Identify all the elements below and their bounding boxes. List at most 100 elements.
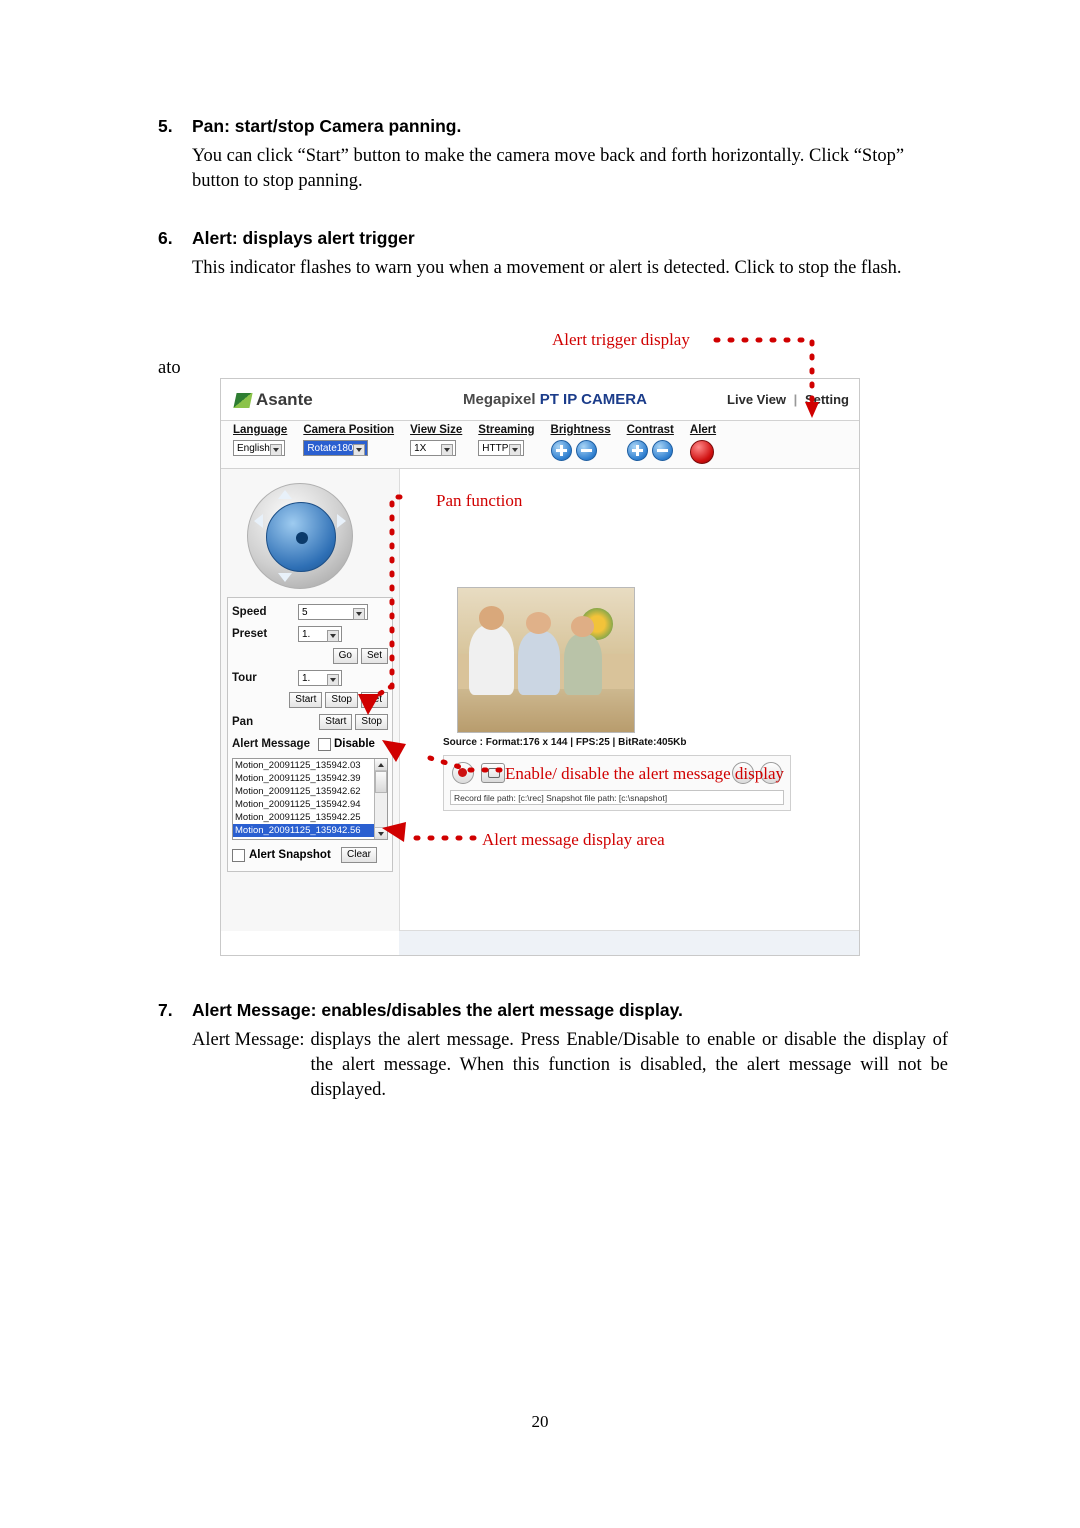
stray-text: ato xyxy=(158,358,181,378)
scroll-up-icon[interactable] xyxy=(375,759,387,771)
section-6-title: Alert: displays alert trigger xyxy=(192,228,415,248)
contrast-minus-icon[interactable] xyxy=(651,440,673,461)
list-item[interactable]: Motion_20091125_135942.03 xyxy=(233,759,387,772)
record-icon[interactable] xyxy=(452,762,474,784)
section-7-body-label: Alert Message: xyxy=(192,1030,305,1050)
joystick-left-icon[interactable] xyxy=(254,514,263,528)
alert-message-label: Alert Message xyxy=(232,738,310,750)
annotation-pan-function: Pan function xyxy=(436,491,523,510)
section-7-title: Alert Message: enables/disables the aler… xyxy=(192,1000,683,1020)
label-camera-position: Camera Position xyxy=(303,424,395,436)
brightness-minus-icon[interactable] xyxy=(575,440,597,461)
alert-snapshot-clear-button[interactable]: Clear xyxy=(341,847,377,863)
section-6: 6. Alert: displays alert trigger This in… xyxy=(158,228,948,281)
section-5-body: You can click “Start” button to make the… xyxy=(192,146,905,191)
language-select[interactable]: English xyxy=(233,440,285,456)
tour-select[interactable]: 1. xyxy=(298,670,342,686)
streaming-select[interactable]: HTTP xyxy=(478,440,525,456)
pan-start-button[interactable]: Start xyxy=(319,714,353,730)
list-item[interactable]: Motion_20091125_135942.62 xyxy=(233,785,387,798)
asante-logo-icon xyxy=(233,392,253,408)
snapshot-icon[interactable] xyxy=(481,763,505,783)
section-5-title: Pan: start/stop Camera panning. xyxy=(192,116,462,136)
control-camera-position: Rotate180 xyxy=(303,440,369,456)
preset-label: Preset xyxy=(232,628,268,640)
section-5: 5. Pan: start/stop Camera panning. You c… xyxy=(158,116,948,194)
camera-position-select[interactable]: Rotate180 xyxy=(303,440,369,456)
pan-stop-button[interactable]: Stop xyxy=(355,714,388,730)
file-path-status: Record file path: [c:\rec] Snapshot file… xyxy=(450,790,784,805)
annotation-enable-disable: Enable/ disable the alert message displa… xyxy=(505,764,784,783)
toolbar-group-contrast: Contrast xyxy=(626,424,674,461)
section-7: 7. Alert Message: enables/disables the a… xyxy=(158,1000,948,1103)
product-title-blue: PT IP CAMERA xyxy=(539,391,647,408)
alert-indicator-icon[interactable] xyxy=(689,440,714,464)
section-6-heading: 6. Alert: displays alert trigger xyxy=(158,228,948,249)
alert-message-disable-checkbox[interactable] xyxy=(318,737,331,751)
ui-toolbar: Language English Camera Position Rotate1… xyxy=(221,421,859,469)
list-item-selected[interactable]: Motion_20091125_135942.56 xyxy=(233,824,387,837)
video-preview[interactable] xyxy=(457,587,635,733)
video-subject-3 xyxy=(563,615,603,695)
nav-live-view[interactable]: Live View xyxy=(727,392,786,407)
brightness-plus-icon[interactable] xyxy=(550,440,572,461)
label-language: Language xyxy=(233,424,288,436)
joystick-right-icon[interactable] xyxy=(337,514,346,528)
section-7-number: 7. xyxy=(158,1000,173,1020)
label-contrast: Contrast xyxy=(626,424,674,436)
joystick-down-icon[interactable] xyxy=(278,573,292,582)
section-7-body: Alert Message: displays the alert messag… xyxy=(192,1028,948,1103)
preset-set-button[interactable]: Set xyxy=(360,648,388,664)
product-title: Megapixel PT IP CAMERA xyxy=(463,391,647,408)
alert-message-disable-label: Disable xyxy=(334,738,375,750)
brand-name: Asante xyxy=(256,390,313,409)
ptz-joystick[interactable] xyxy=(247,483,353,589)
joystick-inner[interactable] xyxy=(266,502,336,572)
document-page: 5. Pan: start/stop Camera panning. You c… xyxy=(0,0,1080,1528)
toolbar-group-camera-position: Camera Position Rotate180 xyxy=(303,424,394,456)
toolbar-group-language: Language English xyxy=(233,424,287,456)
joystick-up-icon[interactable] xyxy=(278,490,292,499)
list-item[interactable]: Motion_20091125_135942.39 xyxy=(233,772,387,785)
control-contrast xyxy=(626,440,673,461)
video-subject-2 xyxy=(517,612,561,695)
speed-label: Speed xyxy=(232,606,267,618)
nav-separator: | xyxy=(793,392,798,407)
row-preset: Preset 1. xyxy=(232,623,388,645)
tour-set-button[interactable]: Set xyxy=(360,692,388,708)
list-item[interactable]: Motion_20091125_135942.25 xyxy=(233,811,387,824)
contrast-plus-icon[interactable] xyxy=(626,440,648,461)
label-streaming: Streaming xyxy=(478,424,535,436)
label-brightness: Brightness xyxy=(550,424,611,436)
tour-label: Tour xyxy=(232,672,257,684)
ptz-controls-box: Speed 5 Preset 1. Go Set Tour 1. Start S… xyxy=(227,597,393,872)
list-item[interactable]: Motion_20091125_135942.94 xyxy=(233,798,387,811)
alert-list-scrollbar[interactable] xyxy=(374,759,387,839)
nav-setting[interactable]: Setting xyxy=(805,392,849,407)
speed-select[interactable]: 5 xyxy=(298,604,368,620)
tour-stop-button[interactable]: Stop xyxy=(325,692,358,708)
ui-body: Speed 5 Preset 1. Go Set Tour 1. Start S… xyxy=(221,469,859,955)
control-brightness xyxy=(550,440,597,461)
ui-header: Asante Megapixel PT IP CAMERA Live View … xyxy=(221,379,859,421)
camera-ui-figure: Asante Megapixel PT IP CAMERA Live View … xyxy=(220,378,860,956)
toolbar-group-view-size: View Size 1X xyxy=(410,424,462,456)
tour-start-button[interactable]: Start xyxy=(289,692,323,708)
video-bg-table xyxy=(458,688,634,732)
scroll-thumb[interactable] xyxy=(375,771,387,793)
pan-label: Pan xyxy=(232,716,254,728)
section-6-number: 6. xyxy=(158,228,173,248)
control-view-size: 1X xyxy=(410,440,457,456)
brand-logo: Asante xyxy=(233,390,313,410)
header-nav: Live View | Setting xyxy=(727,392,849,407)
alert-snapshot-checkbox[interactable] xyxy=(232,848,245,862)
alert-message-list[interactable]: Motion_20091125_135942.03 Motion_2009112… xyxy=(232,758,388,840)
preset-select[interactable]: 1. xyxy=(298,626,342,642)
preset-go-button[interactable]: Go xyxy=(332,648,358,664)
scroll-down-icon[interactable] xyxy=(375,827,387,839)
joystick-home-icon[interactable] xyxy=(296,532,308,544)
row-speed: Speed 5 xyxy=(232,601,388,623)
row-alert-snapshot: Alert Snapshot Clear xyxy=(232,844,388,866)
row-tour-buttons: Start Stop Set xyxy=(232,689,388,711)
view-size-select[interactable]: 1X xyxy=(410,440,457,456)
